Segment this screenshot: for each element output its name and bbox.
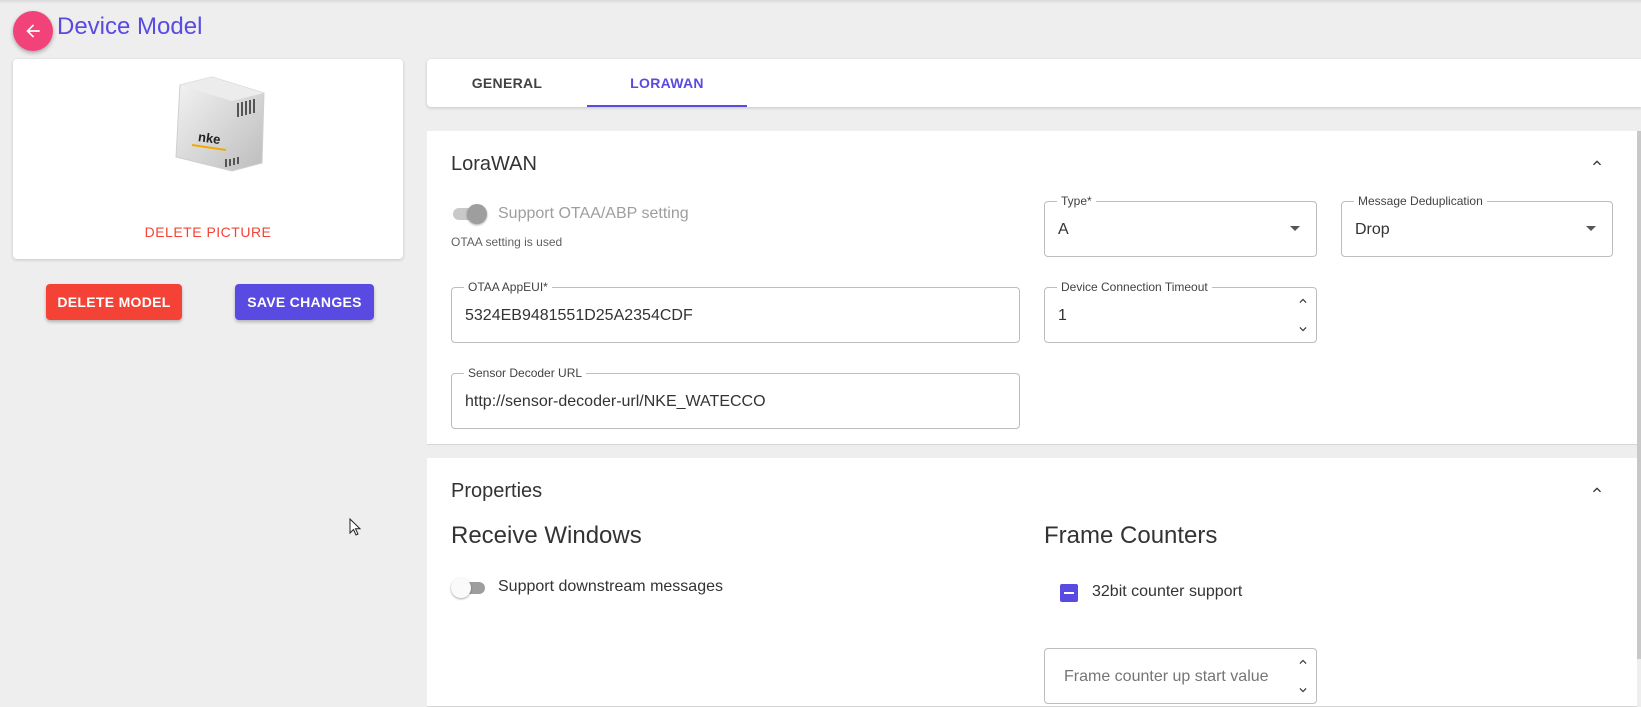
sensor-decoder-url-input[interactable]: Sensor Decoder URL http://sensor-decoder… bbox=[451, 366, 1020, 429]
appeui-label: OTAA AppEUI* bbox=[464, 280, 552, 294]
tabs-bar: GENERAL LORAWAN bbox=[427, 59, 1641, 107]
sensor-decoder-label: Sensor Decoder URL bbox=[464, 366, 587, 380]
tab-general[interactable]: GENERAL bbox=[427, 59, 587, 107]
frame-counter-up-input[interactable]: Frame counter up start value bbox=[1044, 648, 1317, 704]
connection-timeout-input[interactable]: Device Connection Timeout 1 bbox=[1044, 280, 1317, 343]
type-select-label: Type* bbox=[1057, 194, 1096, 208]
downstream-toggle[interactable] bbox=[451, 578, 487, 598]
mouse-cursor-icon bbox=[349, 518, 362, 536]
indeterminate-icon bbox=[1064, 592, 1074, 594]
appeui-value: 5324EB9481551D25A2354CDF bbox=[465, 307, 693, 324]
connection-timeout-label: Device Connection Timeout bbox=[1057, 280, 1212, 294]
chevron-up-icon[interactable] bbox=[1589, 155, 1605, 171]
back-button[interactable] bbox=[13, 11, 53, 51]
delete-model-button[interactable]: DELETE MODEL bbox=[46, 284, 182, 320]
counter-checkbox[interactable] bbox=[1060, 584, 1078, 602]
device-image: nke bbox=[175, 76, 265, 172]
svg-text:nke: nke bbox=[197, 129, 221, 147]
increment-icon[interactable] bbox=[1296, 294, 1310, 308]
arrow-left-icon bbox=[26, 24, 40, 38]
tab-lorawan[interactable]: LORAWAN bbox=[587, 59, 747, 107]
frame-counter-placeholder: Frame counter up start value bbox=[1064, 668, 1269, 685]
otaa-helper-text: OTAA setting is used bbox=[451, 235, 563, 249]
deduplication-value: Drop bbox=[1355, 221, 1390, 238]
otaa-toggle-knob bbox=[467, 204, 487, 224]
dropdown-arrow-icon bbox=[1290, 226, 1300, 231]
connection-timeout-value: 1 bbox=[1058, 307, 1067, 324]
tab-lorawan-label: LORAWAN bbox=[630, 75, 704, 91]
chevron-up-icon[interactable] bbox=[1589, 482, 1605, 498]
receive-windows-heading: Receive Windows bbox=[451, 522, 642, 549]
properties-panel-title: Properties bbox=[451, 480, 543, 502]
counter-checkbox-label: 32bit counter support bbox=[1092, 583, 1243, 600]
downstream-toggle-knob bbox=[451, 578, 471, 598]
frame-counters-heading: Frame Counters bbox=[1044, 522, 1218, 549]
otaa-toggle[interactable] bbox=[451, 204, 487, 224]
otaa-toggle-label: Support OTAA/ABP setting bbox=[498, 205, 689, 222]
scrollbar[interactable] bbox=[1637, 131, 1641, 659]
delete-picture-button[interactable]: DELETE PICTURE bbox=[13, 224, 403, 240]
tab-general-label: GENERAL bbox=[471, 75, 543, 91]
lorawan-panel: LoraWAN Support OTAA/ABP setting OTAA se… bbox=[427, 131, 1637, 445]
decrement-icon[interactable] bbox=[1296, 322, 1310, 336]
properties-panel: Properties Receive Windows Support downs… bbox=[427, 458, 1637, 707]
downstream-toggle-label: Support downstream messages bbox=[498, 578, 723, 595]
type-select-value: A bbox=[1058, 221, 1069, 238]
deduplication-label: Message Deduplication bbox=[1354, 194, 1487, 208]
message-deduplication-select[interactable]: Message Deduplication Drop bbox=[1341, 194, 1613, 257]
type-select[interactable]: Type* A bbox=[1044, 194, 1317, 257]
increment-icon[interactable] bbox=[1296, 655, 1310, 669]
decrement-icon[interactable] bbox=[1296, 683, 1310, 697]
top-shadow bbox=[0, 0, 1641, 4]
page-title: Device Model bbox=[57, 13, 203, 40]
otaa-appeui-input[interactable]: OTAA AppEUI* 5324EB9481551D25A2354CDF bbox=[451, 280, 1020, 343]
active-tab-indicator bbox=[587, 105, 747, 107]
device-picture-card: nke DELETE PICTURE bbox=[13, 59, 403, 259]
lorawan-panel-title: LoraWAN bbox=[451, 153, 537, 175]
dropdown-arrow-icon bbox=[1586, 226, 1596, 231]
sensor-decoder-value: http://sensor-decoder-url/NKE_WATECCO bbox=[465, 393, 766, 410]
save-changes-button[interactable]: SAVE CHANGES bbox=[235, 284, 374, 320]
